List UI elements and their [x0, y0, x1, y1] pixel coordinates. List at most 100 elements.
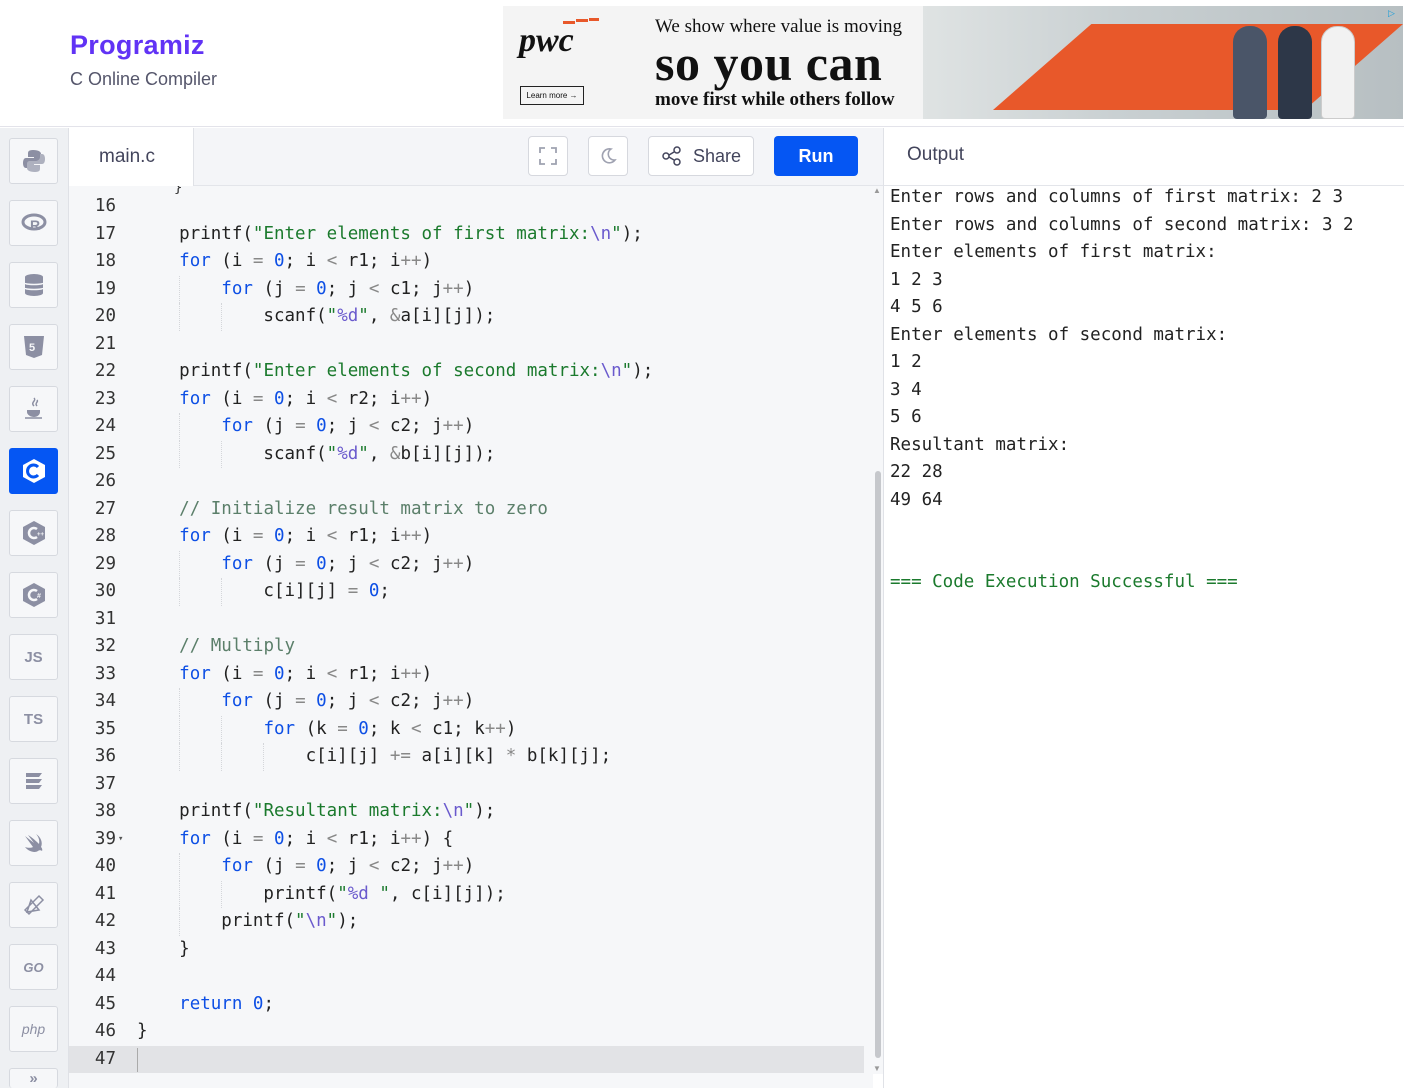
output-line: Enter rows and columns of second matrix:…	[890, 214, 1354, 235]
line-number: 19	[94, 278, 116, 299]
code-text: // Multiply	[179, 636, 296, 656]
html5-shield-icon: 5	[23, 336, 44, 358]
theme-toggle-button[interactable]	[588, 136, 628, 176]
code-line[interactable]: 35 for (k = 0; k < c1; k++)	[69, 715, 873, 743]
code-line[interactable]: 30 c[i][j] = 0;	[69, 578, 873, 606]
code-line[interactable]: 31	[69, 606, 873, 634]
kotlin-icon[interactable]	[9, 758, 58, 804]
output-header: Output	[883, 128, 1404, 186]
indent-guide	[179, 688, 181, 716]
indent-guide	[221, 715, 223, 743]
code-line[interactable]: 38 printf("Resultant matrix:\n");	[69, 798, 873, 826]
line-number: 44	[94, 966, 116, 986]
line-number: 23	[94, 388, 116, 409]
line-number: 46	[94, 1021, 116, 1041]
c-language-icon[interactable]	[9, 448, 58, 494]
logo-text: Programiz	[70, 30, 205, 60]
share-label: Share	[692, 145, 742, 166]
line-number: 28	[94, 526, 116, 546]
swift-bird-icon	[24, 834, 42, 852]
code-editor[interactable]: } 16 17 printf("Enter elements of first m…	[69, 186, 873, 1088]
code-line[interactable]: 19 for (j = 0; j < c1; j++)	[69, 275, 873, 303]
more-languages-icon[interactable]: »	[9, 1068, 58, 1088]
fullscreen-icon	[539, 147, 557, 165]
programiz-logo[interactable]: Programiz	[70, 30, 217, 61]
pwc-logo: pwc	[519, 22, 574, 59]
code-text: // Initialize result matrix to zero	[179, 498, 548, 519]
code-line[interactable]: 40 for (j = 0; j < c2; j++)	[69, 853, 873, 881]
sql-icon[interactable]	[9, 262, 58, 308]
gem-icon	[23, 894, 44, 916]
fullscreen-button[interactable]	[528, 136, 568, 176]
svg-text:5: 5	[29, 342, 35, 354]
code-line[interactable]: 44	[69, 963, 873, 991]
code-line[interactable]: 32 // Multiply	[69, 633, 873, 661]
code-line[interactable]: 20 scanf("%d", &a[i][j]);	[69, 303, 873, 331]
code-text: c[i][j] += a[i][k] * b[k][j];	[137, 746, 612, 766]
code-line[interactable]: 27 // Initialize result matrix to zero	[69, 496, 873, 524]
code-line[interactable]: 22 printf("Enter elements of second matr…	[69, 358, 873, 386]
brand[interactable]: Programiz C Online Compiler	[70, 30, 217, 90]
code-line[interactable]: 33 for (i = 0; i < r1; i++)	[69, 661, 873, 689]
code-line[interactable]: 23 for (i = 0; i < r2; i++)	[69, 386, 873, 414]
code-text: return 0;	[179, 993, 275, 1014]
indent-guide	[179, 715, 181, 743]
advertisement-banner[interactable]: pwc Learn more → We show where value is …	[503, 6, 1403, 119]
scroll-up-arrow-icon[interactable]: ▲	[873, 186, 881, 195]
code-line[interactable]: 41 printf("%d ", c[i][j]);	[69, 880, 873, 908]
share-button[interactable]: Share	[648, 136, 754, 176]
code-line[interactable]: 24 for (j = 0; j < c2; j++)	[69, 413, 873, 441]
code-line[interactable]: 29 for (j = 0; j < c2; j++)	[69, 550, 873, 578]
code-text: for (i = 0; i < r1; i++) {	[179, 828, 454, 849]
code-line[interactable]: 18 for (i = 0; i < r1; i++)	[69, 248, 873, 276]
code-line[interactable]: 17 printf("Enter elements of first matri…	[69, 221, 873, 249]
line-number: 43	[94, 938, 116, 959]
csharp-icon[interactable]: #	[9, 572, 58, 618]
code-line[interactable]: 21	[69, 331, 873, 359]
r-language-icon[interactable]: R	[9, 200, 58, 246]
output-line: 1 2 3	[890, 269, 943, 290]
code-line[interactable]: 43 }	[69, 936, 873, 964]
indent-guide	[179, 413, 181, 441]
java-icon[interactable]	[9, 386, 58, 432]
code-line[interactable]: 42 printf("\n");	[69, 908, 873, 936]
go-label: GO	[23, 959, 44, 975]
ad-choices-icon[interactable]: ▷	[1388, 8, 1400, 20]
python-icon[interactable]	[9, 138, 58, 184]
code-line[interactable]: 16	[69, 193, 873, 221]
code-text: scanf("%d", &a[i][j]);	[137, 306, 496, 326]
output-line: Enter rows and columns of first matrix: …	[890, 187, 1344, 207]
php-icon[interactable]: php	[9, 1006, 58, 1052]
file-tab-main-c[interactable]: main.c	[69, 128, 194, 186]
code-line[interactable]: 34 for (j = 0; j < c2; j++)	[69, 688, 873, 716]
html-icon[interactable]: 5	[9, 324, 58, 370]
indent-guide	[221, 440, 223, 468]
go-icon[interactable]: GO	[9, 944, 58, 990]
code-line[interactable]: 45 return 0;	[69, 991, 873, 1019]
code-line[interactable]: 36 c[i][j] += a[i][k] * b[k][j];	[69, 743, 873, 771]
code-line[interactable]: 28 for (i = 0; i < r1; i++)	[69, 523, 873, 551]
editor-scroll-thumb[interactable]	[875, 471, 881, 1058]
code-text: for (i = 0; i < r1; i++)	[179, 251, 433, 271]
ad-learn-more-button[interactable]: Learn more →	[520, 86, 584, 105]
fold-arrow-icon[interactable]: ▾	[118, 826, 123, 854]
code-line[interactable]: 37	[69, 771, 873, 799]
cpp-icon[interactable]: ++	[9, 510, 58, 556]
code-line[interactable]: 26	[69, 468, 873, 496]
code-line[interactable]: 47	[69, 1045, 864, 1073]
javascript-icon[interactable]: JS	[9, 634, 58, 680]
line-number: 17	[94, 223, 116, 244]
rust-icon[interactable]	[9, 882, 58, 928]
swift-icon[interactable]	[9, 820, 58, 866]
code-line[interactable]: 25 scanf("%d", &b[i][j]);	[69, 440, 873, 468]
output-line: 3 4	[890, 379, 922, 400]
typescript-icon[interactable]: TS	[9, 696, 58, 742]
code-line[interactable]: 39 ▾ for (i = 0; i < r1; i++) {	[69, 826, 873, 854]
code-text: for (j = 0; j < c2; j++)	[221, 856, 475, 876]
line-number: 45	[94, 993, 116, 1014]
code-line[interactable]: 46}	[69, 1018, 873, 1046]
indent-guide	[179, 908, 181, 936]
code-text: printf("Enter elements of first matrix:\…	[137, 223, 643, 244]
run-button[interactable]: Run	[774, 136, 858, 176]
scroll-down-arrow-icon[interactable]: ▼	[873, 1064, 881, 1073]
